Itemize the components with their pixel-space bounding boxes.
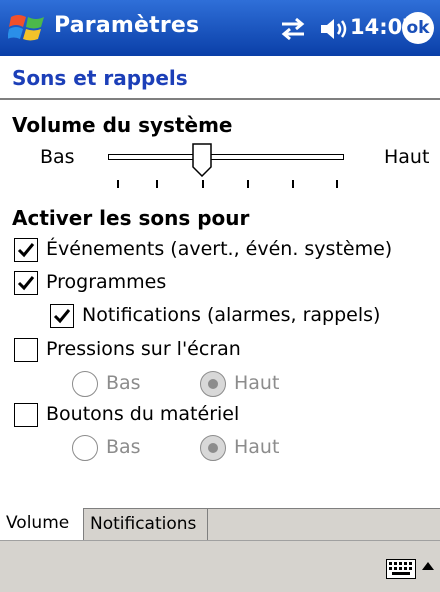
notifications-checkbox[interactable] (50, 304, 74, 328)
screen-taps-low-label: Bas (106, 372, 141, 394)
tab-bar: Volume Notifications (0, 508, 440, 541)
volume-slider-thumb[interactable] (192, 143, 213, 177)
slider-tick (247, 180, 249, 188)
volume-min-label: Bas (40, 146, 75, 168)
screen-taps-checkbox[interactable] (14, 338, 38, 362)
screen-taps-label[interactable]: Pressions sur l'écran (46, 338, 241, 360)
slider-tick (336, 180, 338, 188)
checkmark-icon (53, 309, 71, 324)
page-header: Sons et rappels (0, 56, 440, 100)
checkmark-icon (17, 276, 35, 291)
app-title[interactable]: Paramètres (54, 13, 199, 38)
volume-section-title: Volume du système (12, 113, 233, 137)
programs-checkbox[interactable] (14, 271, 38, 295)
checkmark-icon (17, 243, 35, 258)
slider-tick (202, 180, 204, 188)
tab-notifications[interactable]: Notifications (84, 509, 208, 541)
arrow-up-icon[interactable] (420, 557, 436, 577)
slider-tick (117, 180, 119, 188)
volume-icon[interactable] (318, 16, 348, 42)
command-bar (0, 540, 440, 592)
slider-tick (292, 180, 294, 188)
ok-button[interactable]: ok (402, 12, 434, 44)
hardware-buttons-label[interactable]: Boutons du matériel (46, 403, 239, 425)
volume-max-label: Haut (384, 146, 430, 168)
title-bar: Paramètres 14:07 ok (0, 0, 440, 56)
screen-taps-high-radio[interactable] (200, 371, 226, 397)
hardware-buttons-low-radio[interactable] (72, 435, 98, 461)
sounds-section-title: Activer les sons pour (12, 206, 250, 230)
page-title: Sons et rappels (12, 66, 188, 90)
hardware-buttons-high-label: Haut (234, 436, 280, 458)
volume-slider-track[interactable] (108, 154, 344, 160)
notifications-label[interactable]: Notifications (alarmes, rappels) (82, 304, 380, 326)
hardware-buttons-low-label: Bas (106, 436, 141, 458)
hardware-buttons-checkbox[interactable] (14, 403, 38, 427)
events-label[interactable]: Événements (avert., évén. système) (46, 238, 392, 260)
screen-taps-high-label: Haut (234, 372, 280, 394)
hardware-buttons-high-radio[interactable] (200, 435, 226, 461)
screen-taps-low-radio[interactable] (72, 371, 98, 397)
keyboard-icon[interactable] (386, 559, 416, 579)
windows-start-icon[interactable] (8, 11, 48, 45)
programs-label[interactable]: Programmes (46, 271, 166, 293)
tab-volume[interactable]: Volume (0, 508, 84, 541)
events-checkbox[interactable] (14, 238, 38, 262)
connectivity-icon[interactable] (278, 16, 308, 42)
slider-tick (156, 180, 158, 188)
